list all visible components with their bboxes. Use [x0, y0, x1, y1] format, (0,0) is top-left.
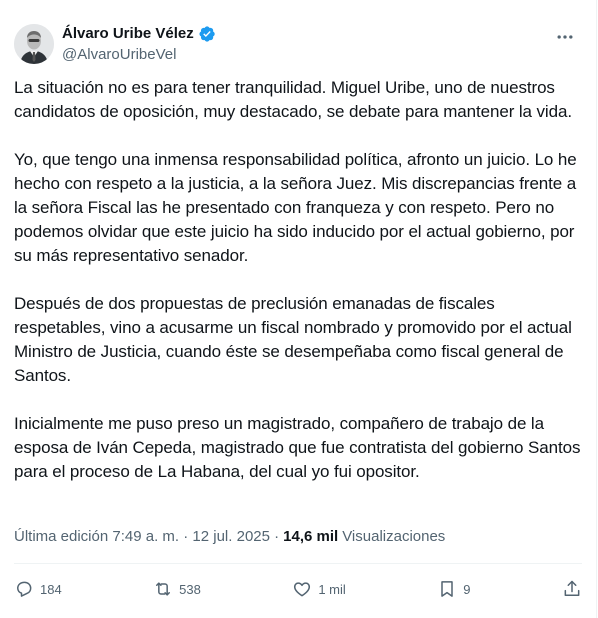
tweet-paragraph: Después de dos propuestas de preclusión … — [14, 294, 572, 385]
tweet-paragraph: Inicialmente me puso preso un magistrado… — [14, 414, 581, 481]
tweet-paragraph: Yo, que tengo una inmensa responsabilida… — [14, 150, 577, 265]
share-button[interactable] — [562, 569, 582, 609]
bookmark-icon — [441, 581, 454, 597]
share-icon — [564, 580, 580, 596]
like-count: 1 mil — [318, 581, 346, 597]
tweet-header: Álvaro Uribe Vélez @AlvaroUribeVel — [14, 20, 582, 64]
more-options-icon[interactable] — [552, 24, 578, 50]
repost-button[interactable]: 538 — [153, 569, 201, 609]
divider — [14, 563, 582, 564]
views-count: 14,6 mil — [283, 528, 339, 545]
avatar[interactable] — [14, 24, 54, 64]
repost-count: 538 — [179, 581, 201, 597]
reply-icon — [17, 581, 32, 597]
author-display-name[interactable]: Álvaro Uribe Vélez — [62, 24, 194, 44]
reply-button[interactable]: 184 — [14, 569, 62, 609]
tweet-paragraph: La situación no es para tener tranquilid… — [14, 78, 572, 121]
tweet-text: La situación no es para tener tranquilid… — [14, 76, 582, 484]
author-display-name-row: Álvaro Uribe Vélez — [62, 24, 216, 44]
action-bar: 184 538 1 mil 9 — [14, 566, 582, 612]
heart-icon — [294, 582, 311, 597]
avatar-portrait-icon — [14, 24, 54, 64]
tweet-meta: Última edición 7:49 a. m. · 12 jul. 2025… — [14, 527, 445, 547]
edit-timestamp[interactable]: Última edición 7:49 a. m. · 12 jul. 2025… — [14, 527, 279, 547]
bookmark-button[interactable]: 9 — [437, 569, 471, 609]
repost-icon — [156, 582, 171, 596]
tweet-card: Álvaro Uribe Vélez @AlvaroUribeVel La si… — [0, 0, 597, 618]
bookmark-count: 9 — [463, 581, 471, 597]
author-names: Álvaro Uribe Vélez @AlvaroUribeVel — [62, 24, 216, 65]
views-label: Visualizaciones — [342, 528, 446, 545]
verified-badge-icon[interactable] — [198, 25, 216, 43]
reply-count: 184 — [40, 581, 62, 597]
like-button[interactable]: 1 mil — [292, 569, 346, 609]
author-handle[interactable]: @AlvaroUribeVel — [62, 45, 216, 65]
